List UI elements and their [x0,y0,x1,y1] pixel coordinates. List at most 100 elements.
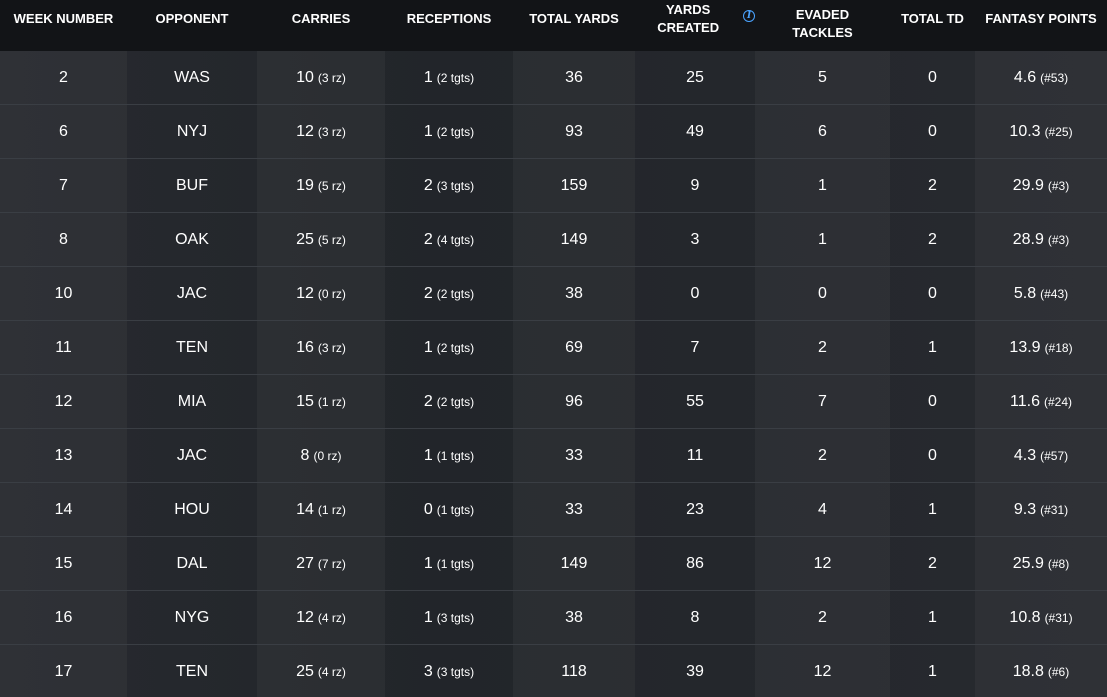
evaded-tackles-cell: 12 [755,537,890,590]
table-row: 16 NYG 12 (4 rz) 1 (3 tgts) 38 8 2 1 10.8 (#31) [0,591,1107,645]
header-total-yards[interactable]: TOTAL YARDS [513,0,635,51]
total-td-cell: 2 [890,213,975,266]
carries-cell: 12 (4 rz) [257,591,385,644]
total-td-cell: 0 [890,375,975,428]
yards-created-cell: 9 [635,159,755,212]
carries-cell: 15 (1 rz) [257,375,385,428]
fantasy-points-value: 29.9 [1012,176,1044,194]
receptions-targets: (2 tgts) [436,340,475,355]
carries-rz: (3 rz) [317,340,346,355]
opponent-cell: BUF [127,159,257,212]
info-icon[interactable]: i [743,9,755,22]
receptions-targets: (2 tgts) [436,70,475,85]
total-yards-cell: 33 [513,429,635,482]
header-evaded-tackles[interactable]: EVADED TACKLES [755,0,890,51]
header-yards-created-label: YARDS CREATED [657,1,720,35]
fantasy-points-value: 10.3 [1009,122,1041,140]
week-number-cell: 7 [0,159,127,212]
total-yards-cell: 93 [513,105,635,158]
carries-rz: (5 rz) [317,178,346,193]
opponent-cell: MIA [127,375,257,428]
carries-value: 14 [296,500,314,518]
week-number-cell: 13 [0,429,127,482]
carries-value: 8 [300,446,310,464]
receptions-cell: 3 (3 tgts) [385,645,513,697]
carries-value: 12 [296,284,314,302]
table-header: WEEK NUMBER OPPONENT CARRIES RECEPTIONS … [0,0,1107,51]
receptions-cell: 0 (1 tgts) [385,483,513,536]
header-fantasy-points[interactable]: FANTASY POINTS [975,0,1107,51]
carries-value: 10 [296,68,314,86]
yards-created-cell: 3 [635,213,755,266]
total-yards-cell: 38 [513,267,635,320]
header-week-number[interactable]: WEEK NUMBER [0,0,127,51]
week-number-cell: 8 [0,213,127,266]
fantasy-points-rank: (#6) [1047,664,1070,679]
yards-created-cell: 23 [635,483,755,536]
fantasy-points-cell: 10.3 (#25) [975,105,1107,158]
fantasy-points-cell: 29.9 (#3) [975,159,1107,212]
carries-rz: (1 rz) [317,502,346,517]
fantasy-points-value: 5.8 [1013,284,1037,302]
header-opponent[interactable]: OPPONENT [127,0,257,51]
fantasy-points-cell: 28.9 (#3) [975,213,1107,266]
opponent-cell: NYG [127,591,257,644]
fantasy-points-value: 13.9 [1009,338,1041,356]
evaded-tackles-cell: 2 [755,591,890,644]
fantasy-points-rank: (#43) [1040,286,1069,301]
receptions-value: 2 [423,230,433,248]
receptions-cell: 2 (2 tgts) [385,375,513,428]
header-carries[interactable]: CARRIES [257,0,385,51]
header-evaded-line2: TACKLES [792,24,853,40]
total-td-cell: 0 [890,105,975,158]
total-td-cell: 0 [890,429,975,482]
game-log-table: WEEK NUMBER OPPONENT CARRIES RECEPTIONS … [0,0,1107,697]
total-td-cell: 1 [890,591,975,644]
carries-value: 27 [296,554,314,572]
header-receptions[interactable]: RECEPTIONS [385,0,513,51]
fantasy-points-rank: (#31) [1044,610,1073,625]
carries-cell: 25 (4 rz) [257,645,385,697]
receptions-targets: (1 tgts) [436,556,475,571]
table-row: 2 WAS 10 (3 rz) 1 (2 tgts) 36 25 5 0 4.6 (#53) [0,51,1107,105]
total-yards-cell: 149 [513,537,635,590]
table-row: 6 NYJ 12 (3 rz) 1 (2 tgts) 93 49 6 0 10.3 (#25) [0,105,1107,159]
carries-cell: 10 (3 rz) [257,51,385,104]
yards-created-cell: 11 [635,429,755,482]
carries-cell: 12 (0 rz) [257,267,385,320]
fantasy-points-rank: (#31) [1040,502,1069,517]
evaded-tackles-cell: 7 [755,375,890,428]
fantasy-points-cell: 18.8 (#6) [975,645,1107,697]
carries-value: 16 [296,338,314,356]
receptions-cell: 2 (2 tgts) [385,267,513,320]
total-yards-cell: 159 [513,159,635,212]
opponent-cell: OAK [127,213,257,266]
carries-cell: 16 (3 rz) [257,321,385,374]
receptions-value: 1 [423,446,433,464]
yards-created-cell: 7 [635,321,755,374]
carries-rz: (7 rz) [317,556,346,571]
fantasy-points-cell: 4.6 (#53) [975,51,1107,104]
receptions-cell: 1 (2 tgts) [385,321,513,374]
receptions-targets: (3 tgts) [436,610,475,625]
fantasy-points-rank: (#3) [1047,232,1070,247]
total-td-cell: 1 [890,645,975,697]
evaded-tackles-cell: 1 [755,159,890,212]
table-row: 13 JAC 8 (0 rz) 1 (1 tgts) 33 11 2 0 4.3 (#57) [0,429,1107,483]
opponent-cell: JAC [127,267,257,320]
receptions-cell: 1 (1 tgts) [385,429,513,482]
carries-rz: (4 rz) [317,664,346,679]
fantasy-points-cell: 11.6 (#24) [975,375,1107,428]
opponent-cell: WAS [127,51,257,104]
receptions-targets: (2 tgts) [436,286,475,301]
carries-cell: 12 (3 rz) [257,105,385,158]
header-yards-created[interactable]: YARDS CREATED i [635,0,755,51]
week-number-cell: 12 [0,375,127,428]
total-td-cell: 2 [890,537,975,590]
week-number-cell: 11 [0,321,127,374]
yards-created-cell: 49 [635,105,755,158]
receptions-value: 3 [423,662,433,680]
fantasy-points-value: 9.3 [1013,500,1037,518]
carries-rz: (3 rz) [317,70,346,85]
header-total-td[interactable]: TOTAL TD [890,0,975,51]
